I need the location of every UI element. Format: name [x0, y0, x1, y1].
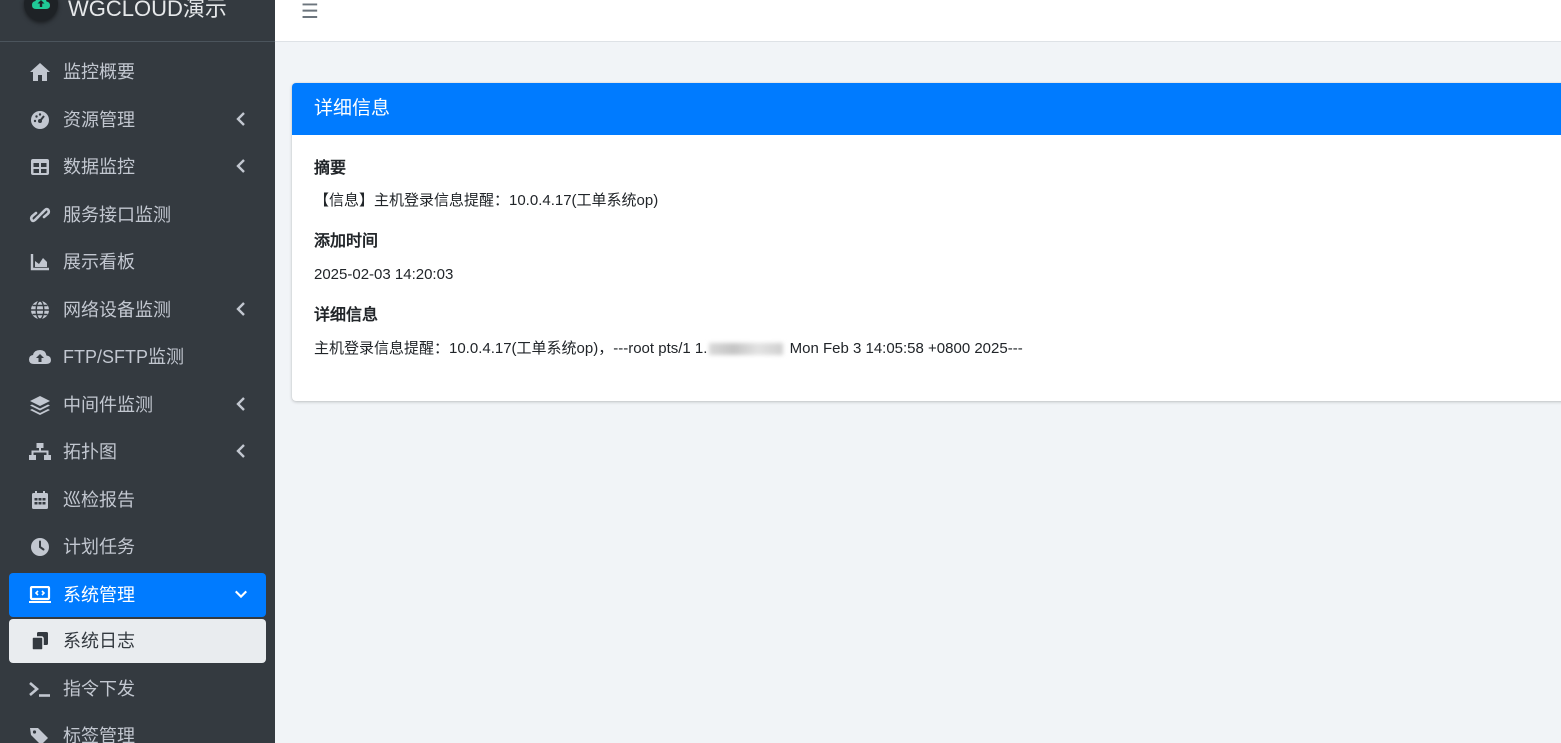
sidebar-item-resources[interactable]: 资源管理 — [9, 96, 266, 144]
sidebar-item-topology[interactable]: 拓扑图 — [9, 428, 266, 476]
cloud-upload-icon — [32, 0, 50, 9]
sidebar-item-tag-management[interactable]: 标签管理 — [9, 712, 266, 743]
sidebar-item-label: 指令下发 — [63, 678, 135, 699]
sidebar-item-dashboard[interactable]: 展示看板 — [9, 238, 266, 286]
sidebar-item-label: 监控概要 — [63, 62, 135, 82]
table-icon — [28, 156, 52, 178]
sitemap-icon — [28, 441, 52, 463]
sidebar-item-label: 资源管理 — [63, 109, 135, 130]
sidebar-item-label: 中间件监测 — [63, 394, 153, 415]
time-value: 2025-02-03 14:20:03 — [314, 266, 454, 283]
sidebar-item-label: 拓扑图 — [63, 442, 117, 462]
chevron-left-icon — [236, 444, 245, 458]
sidebar-item-scheduled-tasks[interactable]: 计划任务 — [9, 523, 266, 571]
sidebar-item-api-monitor[interactable]: 服务接口监测 — [9, 191, 266, 239]
sidebar-item-overview[interactable]: 监控概要 — [9, 48, 266, 96]
top-navbar: ☰ — [275, 0, 1561, 42]
time-label: 添加时间 — [314, 233, 379, 250]
sidebar-item-ftp[interactable]: FTP/SFTP监测 — [9, 333, 266, 381]
detail-value: 主机登录信息提醒：10.0.4.17(工单系统op)，---root pts/1… — [314, 338, 1023, 360]
card-title: 详细信息 — [314, 98, 391, 119]
brand-logo — [24, 0, 58, 21]
sidebar-item-label: 展示看板 — [63, 252, 135, 272]
sidebar-item-label: 系统管理 — [63, 584, 135, 605]
tags-icon — [28, 725, 52, 743]
sidebar-item-command-dispatch[interactable]: 指令下发 — [9, 665, 266, 713]
chevron-left-icon — [236, 301, 245, 316]
clock-icon — [28, 536, 52, 558]
detail-label: 详细信息 — [314, 307, 379, 324]
sidebar-item-data-monitor[interactable]: 数据监控 — [9, 143, 266, 191]
sidebar-item-label: 标签管理 — [63, 726, 135, 743]
app-root: WGCLOUD演示 监控概要 资源管理 数据监控 服务接口监测 展示看板 网络设… — [0, 0, 1561, 743]
brand[interactable]: WGCLOUD演示 — [0, 0, 275, 42]
sidebar-nav: 监控概要 资源管理 数据监控 服务接口监测 展示看板 网络设备监测 FTP/SF… — [9, 48, 266, 743]
sidebar-item-label: 网络设备监测 — [63, 299, 171, 320]
chevron-down-icon — [235, 590, 247, 598]
sidebar-item-network[interactable]: 网络设备监测 — [9, 286, 266, 334]
sidebar-item-label: 计划任务 — [63, 537, 135, 557]
redacted-ip — [709, 343, 784, 356]
detail-value-prefix: 主机登录信息提醒：10.0.4.17(工单系统op)，---root pts/1… — [314, 340, 708, 357]
link-icon — [28, 204, 52, 226]
calendar-icon — [28, 489, 52, 511]
sidebar-item-system-log[interactable]: 系统日志 — [9, 618, 266, 663]
brand-title: WGCLOUD演示 — [68, 0, 227, 21]
sidebar-item-middleware[interactable]: 中间件监测 — [9, 381, 266, 429]
terminal-icon — [28, 678, 52, 700]
home-icon — [28, 61, 52, 83]
summary-label: 摘要 — [314, 160, 347, 177]
copy-icon — [28, 630, 52, 652]
cloud-upload-icon — [28, 346, 52, 368]
detail-value-suffix: Mon Feb 3 14:05:58 +0800 2025--- — [785, 340, 1023, 357]
globe-icon — [28, 299, 52, 321]
sidebar-item-label: FTP/SFTP监测 — [63, 347, 184, 367]
summary-value: 【信息】主机登录信息提醒：10.0.4.17(工单系统op) — [314, 192, 659, 209]
chevron-left-icon — [236, 159, 245, 173]
laptop-code-icon — [28, 584, 52, 606]
chart-area-icon — [28, 251, 52, 273]
detail-card: 详细信息 摘要 【信息】主机登录信息提醒：10.0.4.17(工单系统op) 添… — [292, 83, 1561, 401]
sidebar-item-label: 服务接口监测 — [63, 204, 171, 225]
tachometer-icon — [28, 109, 52, 131]
chevron-left-icon — [236, 396, 245, 411]
card-header: 详细信息 — [292, 83, 1561, 135]
sidebar: WGCLOUD演示 监控概要 资源管理 数据监控 服务接口监测 展示看板 网络设… — [0, 0, 275, 743]
layers-icon — [28, 394, 52, 416]
sidebar-item-label: 巡检报告 — [63, 489, 135, 510]
sidebar-item-system-management[interactable]: 系统管理 — [9, 572, 266, 617]
hamburger-icon[interactable]: ☰ — [301, 2, 319, 22]
chevron-left-icon — [236, 111, 245, 126]
sidebar-item-inspection-report[interactable]: 巡检报告 — [9, 476, 266, 524]
sidebar-item-label: 系统日志 — [63, 630, 135, 651]
sidebar-item-label: 数据监控 — [63, 157, 135, 177]
